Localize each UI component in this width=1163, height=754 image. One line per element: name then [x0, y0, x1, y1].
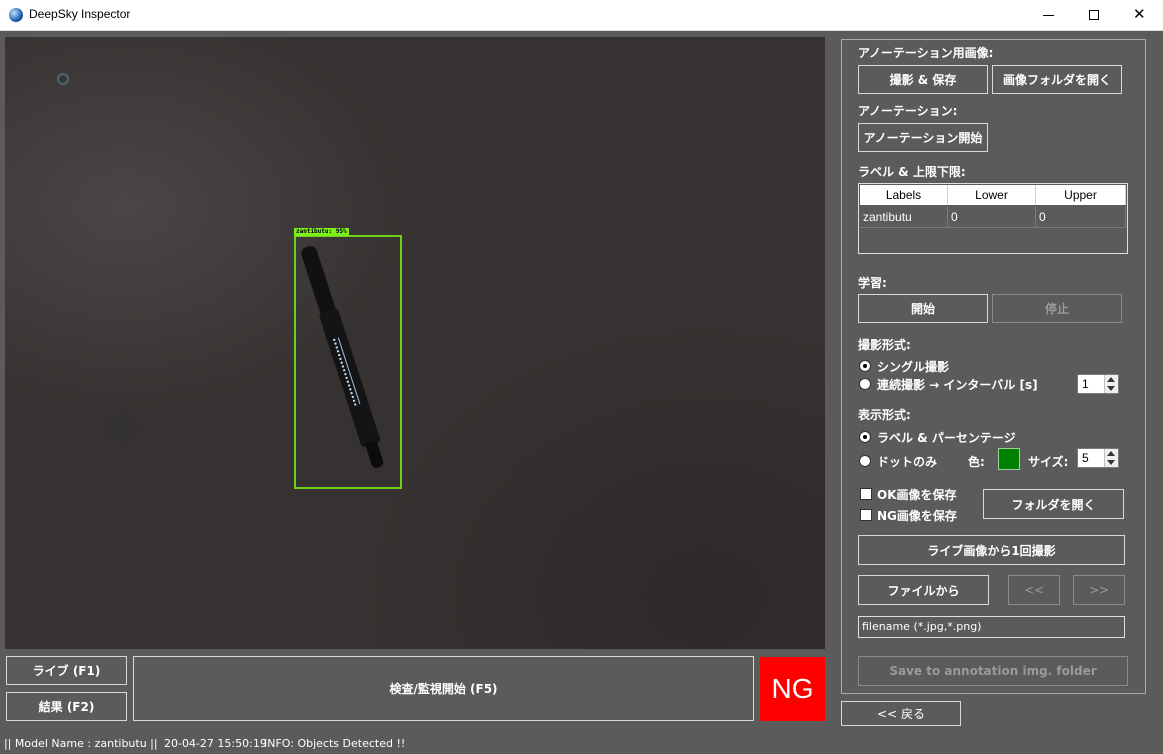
save-ok-checkbox[interactable]	[860, 488, 872, 500]
column-header[interactable]: Upper	[1036, 185, 1126, 205]
title-bar: DeepSky Inspector ✕	[0, 0, 1163, 31]
filename-field[interactable]: filename (*.jpg,*.png)	[858, 616, 1125, 638]
spin-up-icon[interactable]	[1107, 377, 1115, 382]
label-percent-radio[interactable]	[859, 431, 871, 443]
table-header: Labels Lower Upper	[860, 185, 1126, 205]
size-label: サイズ:	[1028, 455, 1069, 469]
detection-label: zantibutu: 95%	[294, 228, 349, 236]
single-capture-label: シングル撮影	[877, 360, 950, 374]
dots-only-radio[interactable]	[859, 455, 871, 467]
camera-viewer: zantibutu: 95%	[5, 37, 825, 649]
table-cell[interactable]: 0	[1036, 206, 1126, 228]
start-annotation-button[interactable]: アノーテーション開始	[858, 123, 988, 152]
timestamp-status: 20-04-27 15:50:19	[164, 737, 267, 750]
spin-down-icon[interactable]	[1107, 460, 1115, 465]
save-ng-label: NG画像を保存	[877, 509, 957, 523]
app-globe-icon	[9, 8, 23, 22]
table-cell[interactable]: zantibutu	[860, 206, 948, 228]
spin-up-icon[interactable]	[1107, 451, 1115, 456]
single-capture-radio[interactable]	[859, 360, 871, 372]
color-label: 色:	[968, 455, 985, 469]
train-start-button[interactable]: 開始	[858, 294, 988, 323]
close-icon: ✕	[1133, 5, 1146, 23]
size-spin-buttons[interactable]	[1104, 449, 1118, 467]
display-mode-heading: 表示形式:	[858, 408, 911, 422]
save-ng-checkbox[interactable]	[860, 509, 872, 521]
table-row[interactable]: zantibutu 0 0	[860, 206, 1126, 228]
interval-value: 1	[1082, 377, 1089, 391]
training-heading: 学習:	[858, 276, 887, 290]
labels-table[interactable]: Labels Lower Upper zantibutu 0 0	[858, 183, 1128, 254]
live-button[interactable]: ライブ (F1)	[6, 656, 127, 685]
inspect-start-button[interactable]: 検査/監視開始 (F5)	[133, 656, 754, 721]
from-file-button[interactable]: ファイルから	[858, 575, 989, 605]
minimize-button[interactable]	[1025, 0, 1071, 31]
column-header[interactable]: Lower	[948, 185, 1036, 205]
close-button[interactable]: ✕	[1117, 0, 1163, 31]
annot-image-heading: アノーテーション用画像:	[858, 46, 994, 60]
next-image-button[interactable]: >>	[1073, 575, 1125, 605]
maximize-icon	[1089, 10, 1099, 20]
column-header[interactable]: Labels	[860, 185, 948, 205]
interval-spin-buttons[interactable]	[1104, 375, 1118, 393]
dots-only-label: ドットのみ	[877, 455, 938, 469]
size-stepper[interactable]: 5	[1077, 448, 1119, 468]
spin-down-icon[interactable]	[1107, 386, 1115, 391]
window-title: DeepSky Inspector	[29, 7, 131, 21]
open-folder-button[interactable]: フォルダを開く	[983, 489, 1124, 519]
capture-once-button[interactable]: ライブ画像から1回撮影	[858, 535, 1125, 565]
size-value: 5	[1082, 451, 1089, 465]
maximize-button[interactable]	[1071, 0, 1117, 31]
result-button[interactable]: 結果 (F2)	[6, 692, 127, 721]
minimize-icon	[1043, 15, 1054, 16]
dot-color-swatch[interactable]	[998, 448, 1020, 470]
capture-save-button[interactable]: 撮影 & 保存	[858, 65, 988, 94]
verdict-badge: NG	[760, 657, 825, 721]
save-annotation-button[interactable]: Save to annotation img. folder	[858, 656, 1128, 686]
info-status: INFO: Objects Detected !!	[264, 737, 406, 750]
interval-stepper[interactable]: 1	[1077, 374, 1119, 394]
annotation-heading: アノーテーション:	[858, 104, 958, 118]
detection-box	[294, 235, 402, 489]
save-ok-label: OK画像を保存	[877, 488, 957, 502]
train-stop-button[interactable]: 停止	[992, 294, 1122, 323]
label-percent-label: ラベル & パーセンテージ	[877, 431, 1016, 445]
continuous-capture-radio[interactable]	[859, 378, 871, 390]
status-bar: || Model Name : zantibutu || 20-04-27 15…	[0, 734, 1163, 754]
labels-heading: ラベル & 上限下限:	[858, 165, 966, 179]
back-button[interactable]: << 戻る	[841, 701, 961, 726]
model-name-status: || Model Name : zantibutu ||	[4, 737, 158, 750]
continuous-capture-label: 連続撮影 → インターバル [s]	[877, 378, 1038, 392]
table-cell[interactable]: 0	[948, 206, 1036, 228]
prev-image-button[interactable]: <<	[1008, 575, 1060, 605]
surface-mark	[109, 413, 137, 441]
open-image-folder-button[interactable]: 画像フォルダを開く	[992, 65, 1122, 94]
capture-mode-heading: 撮影形式:	[858, 338, 911, 352]
screw-hole	[57, 73, 69, 85]
